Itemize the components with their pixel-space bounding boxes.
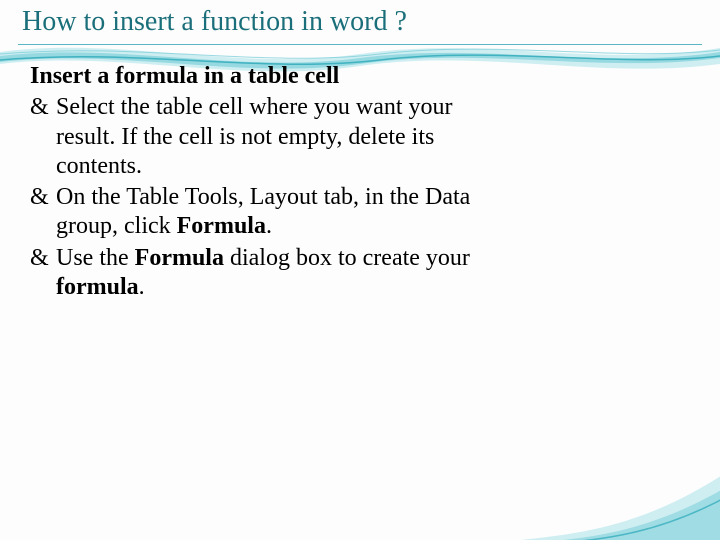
- bullet-text: Use the Formula dialog box to create you…: [56, 245, 470, 300]
- bullet-text: On the Table Tools, Layout tab, in the D…: [56, 184, 470, 239]
- bullet-item: & On the Table Tools, Layout tab, in the…: [30, 183, 510, 242]
- bullet-item: & Select the table cell where you want y…: [30, 93, 510, 181]
- bullet-text-fragment: .: [266, 213, 272, 239]
- bullet-glyph-icon: &: [30, 244, 49, 273]
- bullet-text: Select the table cell where you want you…: [56, 94, 453, 179]
- corner-swoosh-decoration: [470, 400, 720, 540]
- bullet-text-fragment: Use the: [56, 245, 135, 271]
- subheading: Insert a formula in a table cell: [30, 62, 510, 91]
- bullet-item: & Use the Formula dialog box to create y…: [30, 244, 510, 303]
- bullet-text-bold: formula: [56, 274, 139, 300]
- slide-title: How to insert a function in word ?: [22, 6, 407, 38]
- bullet-text-bold: Formula: [135, 245, 224, 271]
- slide: How to insert a function in word ? Inser…: [0, 0, 720, 540]
- body-text: Insert a formula in a table cell & Selec…: [30, 62, 510, 304]
- title-underline: [18, 44, 702, 45]
- bullet-glyph-icon: &: [30, 93, 49, 122]
- bullet-text-fragment: dialog box to create your: [224, 245, 470, 271]
- bullet-glyph-icon: &: [30, 183, 49, 212]
- bullet-text-fragment: .: [139, 274, 145, 300]
- bullet-text-bold: Formula: [177, 213, 266, 239]
